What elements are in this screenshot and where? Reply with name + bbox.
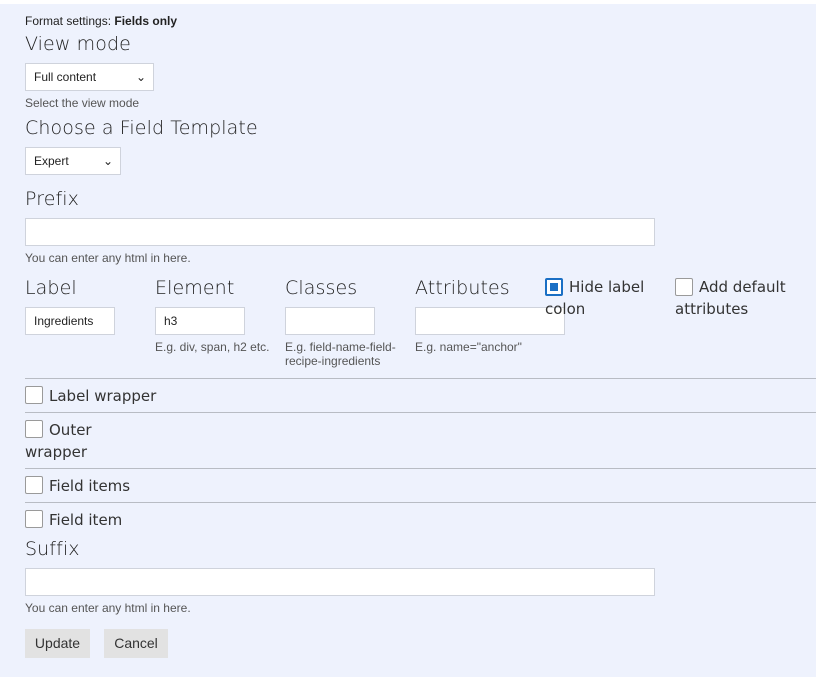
classes-description-line2: recipe-ingredients <box>285 354 381 368</box>
hide-label-colon-checkbox[interactable] <box>545 278 563 296</box>
section-divider <box>25 468 816 469</box>
section-divider <box>25 378 816 379</box>
update-button[interactable]: Update <box>25 629 90 658</box>
outer-wrapper-label-line2: wrapper <box>25 443 88 461</box>
element-description: E.g. div, span, h2 etc. <box>155 340 270 354</box>
classes-heading: Classes <box>285 277 358 299</box>
field-items-checkbox[interactable] <box>25 476 43 494</box>
label-wrapper-checkbox[interactable] <box>25 386 43 404</box>
outer-wrapper-checkbox[interactable] <box>25 420 43 438</box>
format-settings-label: Format settings: <box>25 14 112 28</box>
attributes-input[interactable] <box>415 307 565 335</box>
outer-wrapper-label-line1: Outer <box>49 421 92 439</box>
view-mode-select[interactable]: Full content ⌄ <box>25 63 154 91</box>
prefix-input[interactable] <box>25 218 655 246</box>
section-divider <box>25 412 816 413</box>
field-item-label: Field item <box>49 511 123 529</box>
suffix-description: You can enter any html in here. <box>25 601 191 615</box>
add-default-attributes-label-line2: attributes <box>675 300 749 318</box>
field-template-selected: Expert <box>34 154 69 168</box>
label-wrapper-label: Label wrapper <box>49 387 157 405</box>
field-items-label: Field items <box>49 477 131 495</box>
format-settings-panel: Format settings: Fields only View mode F… <box>0 4 816 677</box>
hide-label-colon-label-line1: Hide label <box>569 278 645 296</box>
cancel-button[interactable]: Cancel <box>104 629 168 658</box>
prefix-heading: Prefix <box>25 188 80 210</box>
label-input[interactable]: Ingredients <box>25 307 115 335</box>
classes-input[interactable] <box>285 307 375 335</box>
field-item-checkbox[interactable] <box>25 510 43 528</box>
section-divider <box>25 502 816 503</box>
element-input[interactable]: h3 <box>155 307 245 335</box>
attributes-description: E.g. name="anchor" <box>415 340 522 354</box>
classes-description-line1: E.g. field-name-field- <box>285 340 396 354</box>
add-default-attributes-checkbox[interactable] <box>675 278 693 296</box>
chevron-down-icon: ⌄ <box>135 70 146 84</box>
label-heading: Label <box>25 277 77 299</box>
suffix-heading: Suffix <box>25 538 80 560</box>
view-mode-selected: Full content <box>34 70 97 84</box>
chevron-down-icon: ⌄ <box>102 154 113 168</box>
field-template-heading: Choose a Field Template <box>25 117 258 139</box>
element-heading: Element <box>155 277 235 299</box>
format-settings-value: Fields only <box>114 14 178 28</box>
field-template-select[interactable]: Expert ⌄ <box>25 147 121 175</box>
hide-label-colon-label-line2: colon <box>545 300 586 318</box>
format-settings-line: Format settings: Fields only <box>25 14 177 28</box>
view-mode-heading: View mode <box>25 33 131 55</box>
suffix-input[interactable] <box>25 568 655 596</box>
prefix-description: You can enter any html in here. <box>25 251 191 265</box>
add-default-attributes-label-line1: Add default <box>699 278 786 296</box>
view-mode-description: Select the view mode <box>25 96 140 110</box>
attributes-heading: Attributes <box>415 277 510 299</box>
checkbox-checked-indicator <box>550 283 558 291</box>
